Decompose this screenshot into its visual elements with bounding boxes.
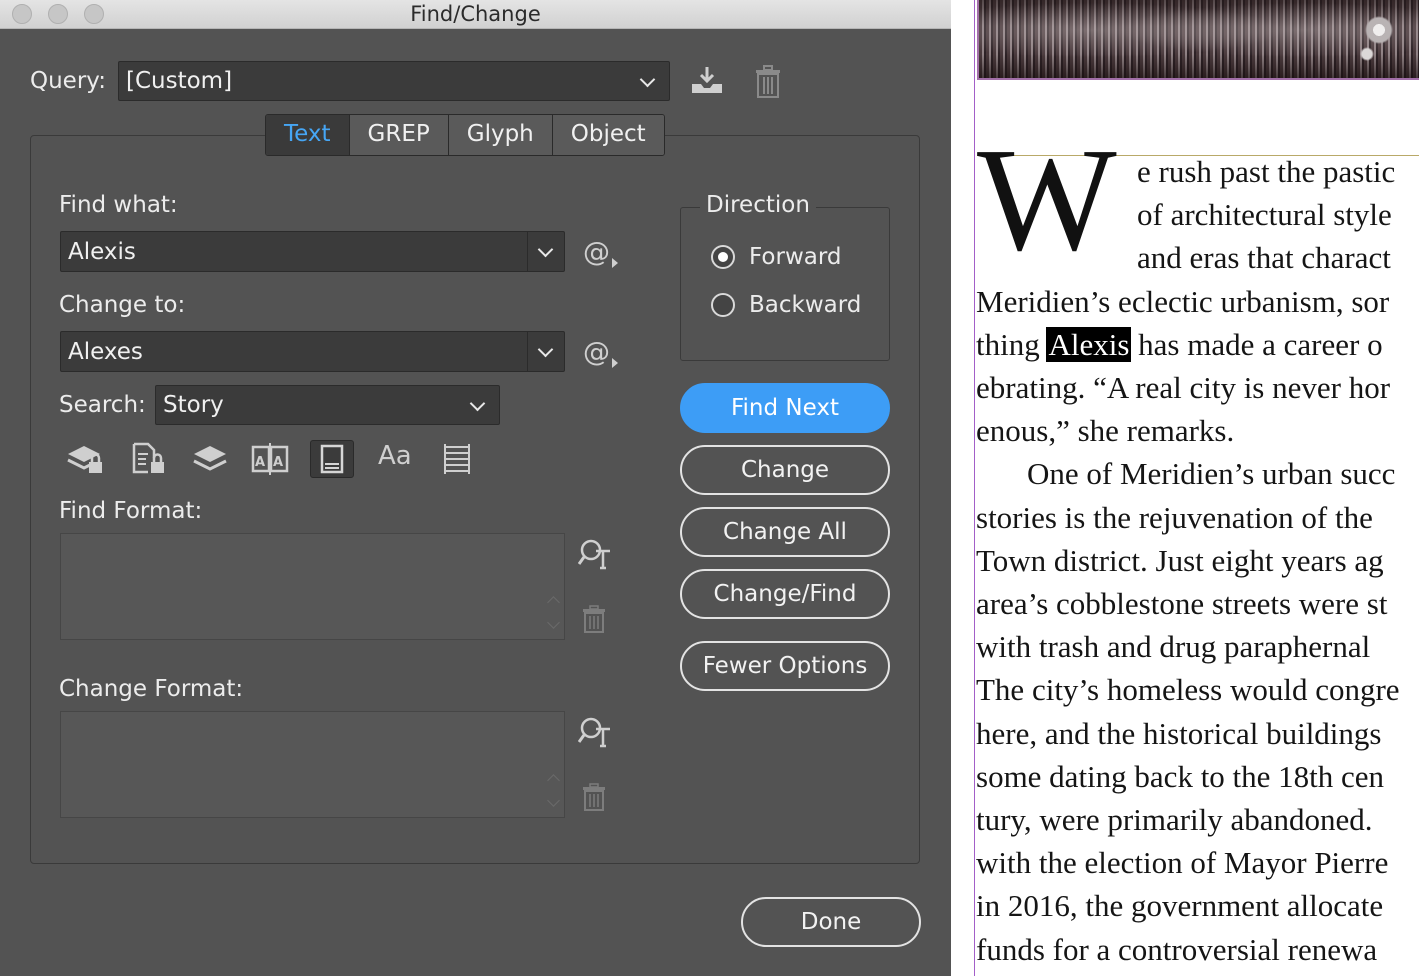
body-line: tury, were primarily abandoned. <box>976 802 1373 837</box>
svg-text:A: A <box>273 455 283 470</box>
locked-layers-icon[interactable] <box>64 440 108 478</box>
scroll-up-arrow[interactable] <box>547 774 560 787</box>
radio-backward[interactable] <box>711 293 735 317</box>
query-value: [Custom] <box>126 68 233 94</box>
scroll-down-arrow[interactable] <box>547 794 560 807</box>
body-line: stories is the rejuvenation of the <box>976 500 1373 535</box>
search-scope-value: Story <box>163 392 224 418</box>
direction-title: Direction <box>700 192 816 218</box>
change-format-label: Change Format: <box>59 676 244 702</box>
backward-label[interactable]: Backward <box>749 292 861 318</box>
change-to-value: Alexes <box>68 339 143 365</box>
title-bar: Find/Change <box>0 0 951 29</box>
search-scope-select[interactable]: Story <box>155 385 500 425</box>
case-sensitive-icon[interactable]: Aa <box>374 440 418 478</box>
find-format-label: Find Format: <box>59 498 203 524</box>
body-line: in 2016, the government allocate <box>976 888 1384 923</box>
search-match-highlight[interactable]: Alexis <box>1046 327 1132 362</box>
whole-word-icon[interactable] <box>436 440 480 478</box>
master-pages-icon[interactable]: AA <box>248 440 292 478</box>
document-page: W e rush past the pastic of architectura… <box>951 0 1419 976</box>
body-line: Meridien’s eclectic urbanism, sor <box>976 284 1390 319</box>
find-format-box[interactable] <box>60 533 565 640</box>
change-all-button[interactable]: Change All <box>680 507 890 557</box>
drop-cap: W <box>977 118 1117 282</box>
search-mode-tabs: Text GREP Glyph Object <box>265 114 665 156</box>
body-line: Town district. Just eight years ag <box>976 543 1384 578</box>
tab-text[interactable]: Text <box>266 115 350 155</box>
body-line: One of Meridien’s urban succ <box>1027 456 1396 491</box>
page-margin-guide <box>974 0 975 976</box>
change-find-button[interactable]: Change/Find <box>680 569 890 619</box>
fewer-options-button[interactable]: Fewer Options <box>680 641 890 691</box>
find-next-button[interactable]: Find Next <box>680 383 890 433</box>
body-line: here, and the historical buildings <box>976 716 1382 751</box>
svg-text:@: @ <box>583 237 610 268</box>
body-line: ebrating. “A real city is never hor <box>976 370 1391 405</box>
special-characters-change-icon[interactable]: @ <box>583 336 619 368</box>
body-text: has made a career o <box>1130 327 1383 362</box>
body-line: of architectural style <box>1137 197 1392 232</box>
search-label: Search: <box>59 392 146 418</box>
locked-stories-icon[interactable] <box>127 440 171 478</box>
find-what-value: Alexis <box>68 239 136 265</box>
body-line: and eras that charact <box>1137 240 1391 275</box>
scroll-up-arrow[interactable] <box>547 596 560 609</box>
forward-label[interactable]: Forward <box>749 244 842 270</box>
change-to-history-dropdown[interactable] <box>527 332 564 371</box>
body-line: with trash and drug paraphernal <box>976 629 1371 664</box>
query-label: Query: <box>30 68 106 94</box>
find-change-dialog: Find/Change Query: [Custom] Text GREP Gl… <box>0 0 951 976</box>
change-button[interactable]: Change <box>680 445 890 495</box>
direction-group <box>680 207 890 361</box>
done-button[interactable]: Done <box>741 897 921 947</box>
body-line-with-match: thing Alexis has made a career o <box>976 327 1383 362</box>
specify-change-format-icon[interactable] <box>577 715 614 749</box>
footnotes-icon[interactable] <box>310 440 354 478</box>
body-line: The city’s homeless would congre <box>976 672 1400 707</box>
chevron-down-icon <box>469 395 486 412</box>
svg-text:@: @ <box>583 337 610 368</box>
case-sensitive-glyph: Aa <box>378 441 412 471</box>
special-characters-find-icon[interactable]: @ <box>583 236 619 268</box>
body-line: enous,” she remarks. <box>976 413 1235 448</box>
body-line: with the election of Mayor Pierre <box>976 845 1389 880</box>
scroll-down-arrow[interactable] <box>547 616 560 629</box>
find-what-field[interactable]: Alexis <box>60 231 565 272</box>
chevron-down-icon <box>537 341 554 358</box>
body-line: area’s cobblestone streets were st <box>976 586 1388 621</box>
body-line: funds for a controversial renewa <box>976 932 1378 967</box>
document-photo <box>977 0 1419 80</box>
clear-change-format-icon[interactable] <box>582 783 606 811</box>
clear-find-format-icon[interactable] <box>582 605 606 633</box>
tab-grep[interactable]: GREP <box>349 115 449 155</box>
save-query-icon[interactable] <box>690 64 724 96</box>
change-to-label: Change to: <box>59 292 186 318</box>
tab-glyph[interactable]: Glyph <box>448 115 553 155</box>
tab-object[interactable]: Object <box>552 115 664 155</box>
body-line: e rush past the pastic <box>1137 154 1396 189</box>
change-to-field[interactable]: Alexes <box>60 331 565 372</box>
specify-find-format-icon[interactable] <box>577 537 614 571</box>
radio-forward[interactable] <box>711 245 735 269</box>
change-format-box[interactable] <box>60 711 565 818</box>
body-text: thing <box>976 327 1048 362</box>
chevron-down-icon <box>639 71 656 88</box>
find-what-history-dropdown[interactable] <box>527 232 564 271</box>
delete-query-icon[interactable] <box>754 65 782 99</box>
hidden-layers-icon[interactable] <box>188 440 232 478</box>
query-select[interactable]: [Custom] <box>118 61 670 101</box>
body-line: some dating back to the 18th cen <box>976 759 1385 794</box>
svg-text:A: A <box>255 455 265 470</box>
find-what-label: Find what: <box>59 192 178 218</box>
window-title: Find/Change <box>410 2 541 26</box>
chevron-down-icon <box>537 241 554 258</box>
